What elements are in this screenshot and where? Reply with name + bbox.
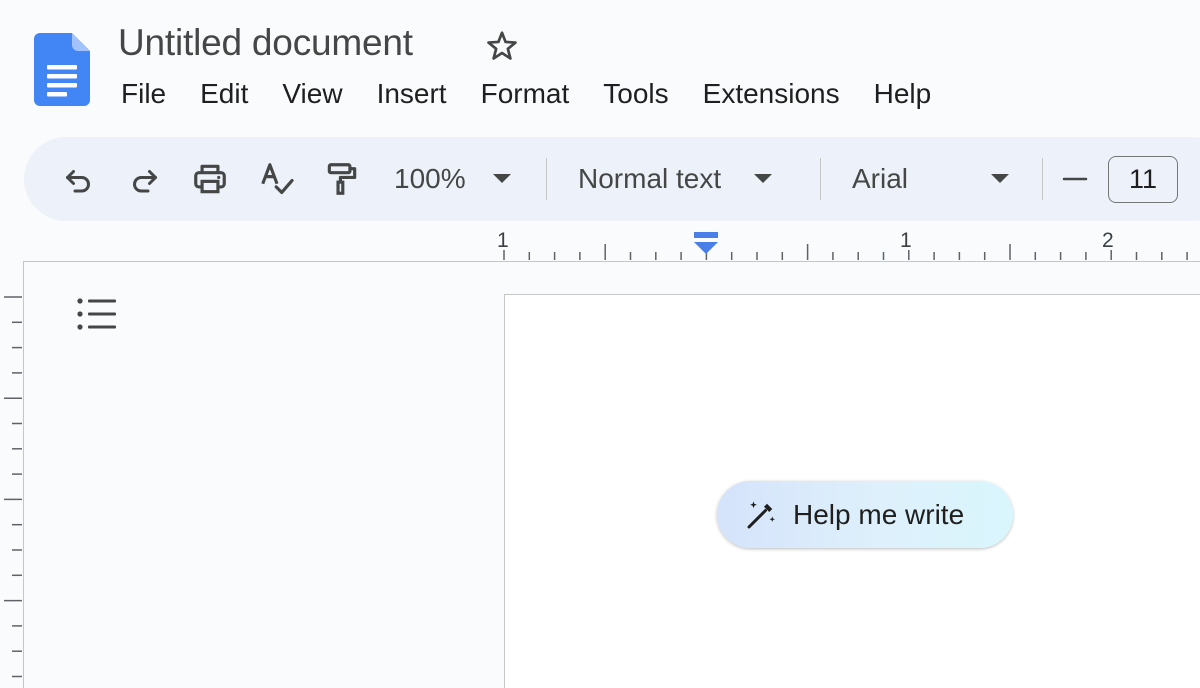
toolbar-divider (546, 158, 547, 200)
paragraph-style-value: Normal text (578, 163, 722, 194)
font-size-input[interactable]: 11 (1108, 156, 1178, 203)
menu-extensions[interactable]: Extensions (686, 76, 857, 112)
ruler-label: 1 (900, 229, 912, 252)
help-me-write-button[interactable]: Help me write (717, 481, 1013, 548)
help-me-write-label: Help me write (793, 498, 965, 530)
dropdown-arrow-icon (991, 174, 1009, 183)
menu-edit[interactable]: Edit (183, 76, 265, 112)
toolbar-divider (1042, 158, 1043, 200)
star-icon[interactable] (484, 28, 520, 64)
dropdown-arrow-icon (492, 174, 511, 183)
undo-button[interactable] (60, 137, 96, 221)
zoom-select[interactable]: 100% (394, 137, 522, 221)
docs-window: Untitled document File Edit View Insert … (0, 0, 1200, 688)
menu-tools[interactable]: Tools (586, 76, 685, 112)
font-family-dropdown[interactable] (980, 137, 1020, 221)
vertical-ruler[interactable] (0, 262, 24, 688)
print-button[interactable] (191, 137, 229, 221)
redo-icon (133, 170, 157, 193)
ruler-ticks (503, 232, 1188, 260)
toolbar-divider (820, 158, 821, 200)
print-icon (194, 164, 226, 194)
document-outline-icon[interactable] (76, 296, 118, 334)
minus-icon (1062, 177, 1088, 181)
ruler-ticks (4, 296, 22, 678)
dropdown-arrow-icon (754, 174, 773, 183)
spellcheck-button[interactable] (258, 137, 296, 221)
magic-wand-icon (747, 501, 775, 528)
paragraph-style-select[interactable]: Normal text (578, 137, 783, 221)
zoom-value: 100% (394, 163, 466, 194)
menu-help[interactable]: Help (857, 76, 949, 112)
google-docs-icon[interactable] (34, 33, 90, 106)
horizontal-ruler[interactable]: 1 1 2 (0, 222, 1200, 262)
font-family-value: Arial (852, 163, 909, 194)
menu-file[interactable]: File (104, 76, 183, 112)
redo-button[interactable] (127, 137, 163, 221)
font-family-select[interactable]: Arial (852, 137, 908, 221)
menu-bar: File Edit View Insert Format Tools Exten… (104, 76, 948, 112)
paint-format-icon (327, 163, 357, 195)
ruler-label: 2 (1102, 229, 1114, 252)
ruler-label: 1 (497, 229, 509, 252)
undo-icon (66, 170, 90, 193)
menu-view[interactable]: View (265, 76, 359, 112)
spellcheck-icon (261, 163, 294, 195)
menu-insert[interactable]: Insert (360, 76, 464, 112)
decrease-font-size-button[interactable] (1062, 137, 1088, 221)
document-title[interactable]: Untitled document (118, 22, 413, 64)
menu-format[interactable]: Format (464, 76, 587, 112)
paint-format-button[interactable] (323, 137, 361, 221)
